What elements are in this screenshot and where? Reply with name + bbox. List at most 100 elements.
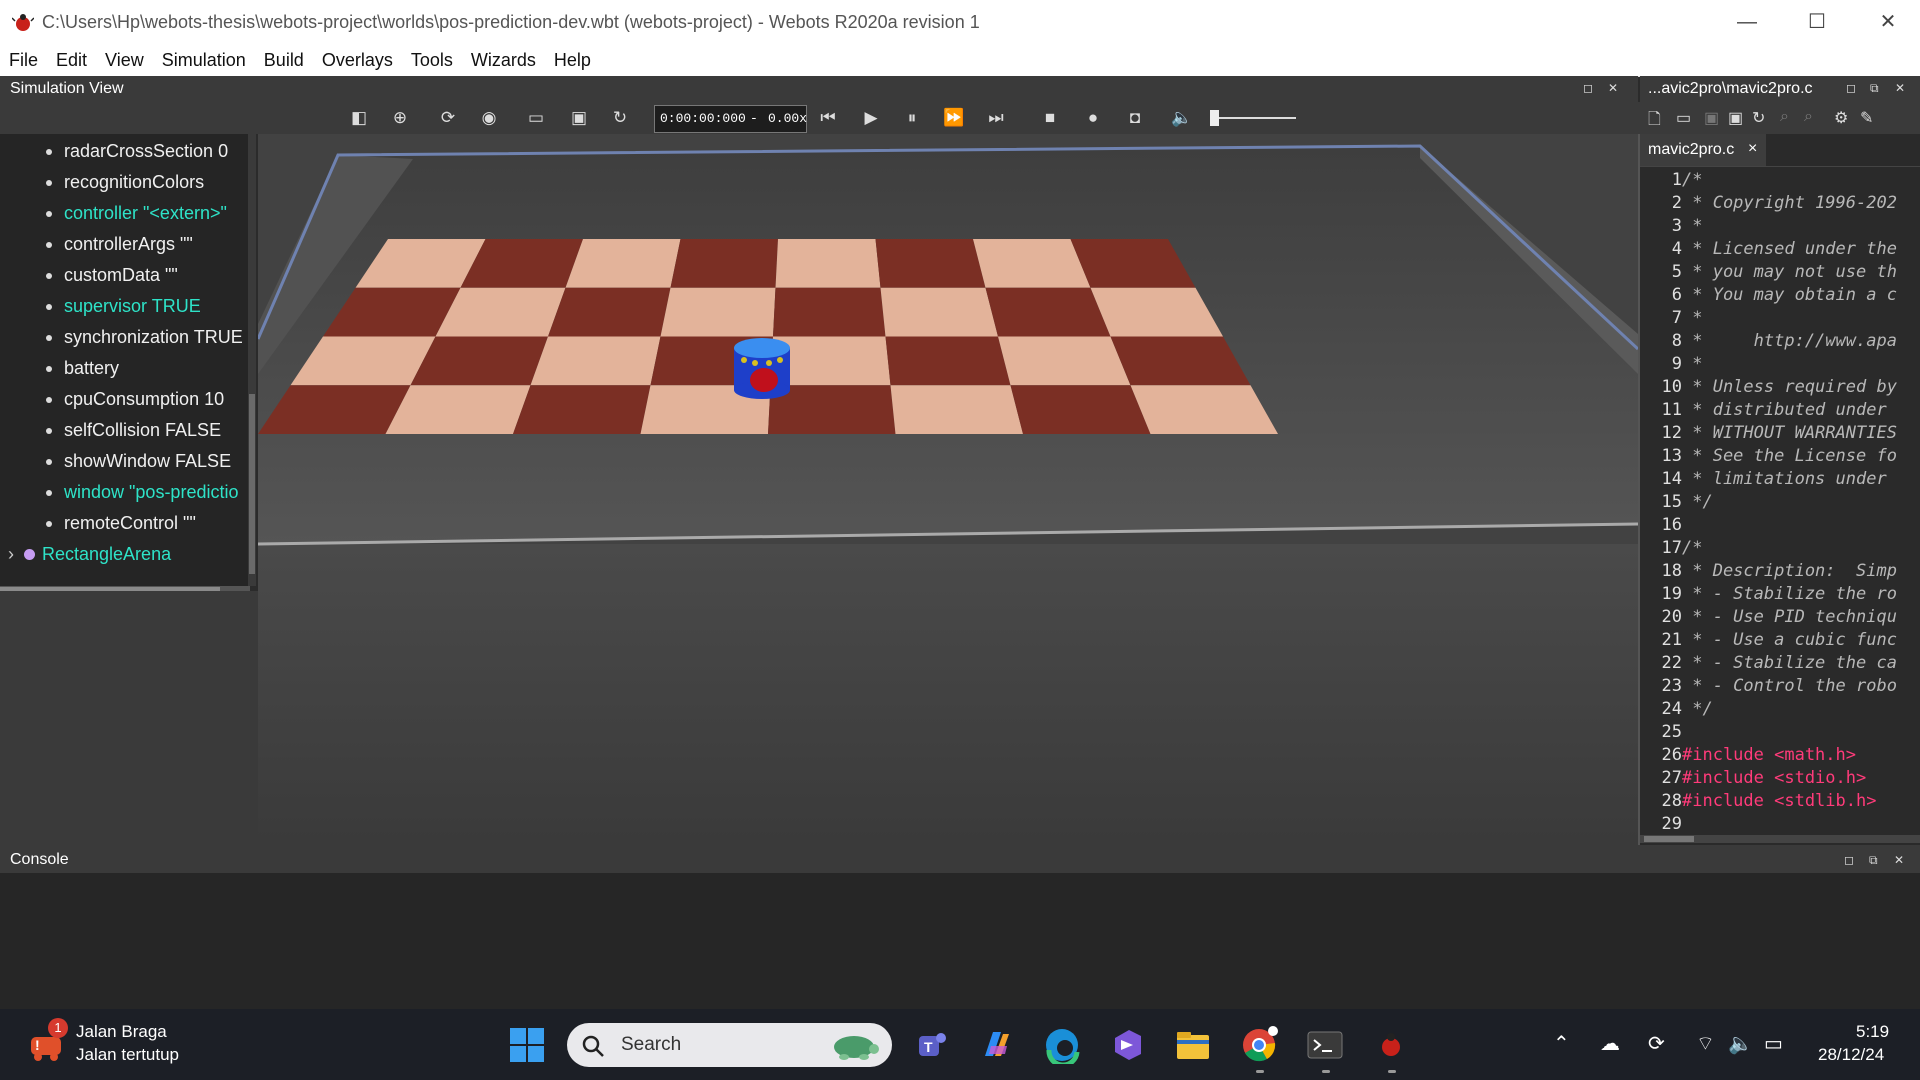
reload-world-icon[interactable]: ↻ [608,106,632,130]
code-line[interactable]: 26#include <math.h> [1640,745,1856,768]
menu-build[interactable]: Build [255,45,313,71]
code-line[interactable]: 20 * - Use PID techniqu [1640,607,1897,630]
scene-tree-scrollbar[interactable] [248,134,256,586]
sync-icon[interactable]: ⟳ [1648,1031,1665,1056]
scene-tree-field[interactable]: supervisor TRUE [64,296,201,317]
undock-editor-icon[interactable]: ⧉ [1870,81,1879,96]
webots-taskbar-icon[interactable] [1372,1026,1410,1064]
menu-edit[interactable]: Edit [47,45,96,71]
reset-viewpoint-icon[interactable]: ⟳ [436,106,460,130]
close-button[interactable]: ✕ [1868,8,1908,36]
find-icon[interactable]: ⌕ [1780,108,1789,126]
scene-tree-field[interactable]: remoteControl "" [64,513,196,534]
close-console-icon[interactable]: ✕ [1894,853,1904,867]
reset-simulation-icon[interactable]: ⏮ [816,106,840,130]
replace-icon[interactable]: ⌕ [1804,108,1813,126]
code-line[interactable]: 1/* [1640,170,1703,193]
volume-slider-thumb[interactable] [1210,110,1219,126]
code-line[interactable]: 14 * limitations under [1640,469,1887,492]
show-hidden-icons-icon[interactable]: ⌃ [1553,1031,1570,1056]
code-line[interactable]: 2 * Copyright 1996-202 [1640,193,1897,216]
close-panel-icon[interactable]: ✕ [1608,81,1618,95]
editor-hscrollbar[interactable] [1640,835,1920,843]
menu-view[interactable]: View [96,45,153,71]
code-line[interactable]: 25 [1640,722,1682,745]
menu-wizards[interactable]: Wizards [462,45,545,71]
maximize-button[interactable]: ☐ [1797,8,1837,36]
widget-subtitle[interactable]: Jalan tertutup [76,1045,179,1065]
build-settings-icon[interactable]: ⚙ [1834,108,1848,128]
tab-close-icon[interactable]: × [1748,140,1757,158]
code-line[interactable]: 12 * WITHOUT WARRANTIES [1640,423,1897,446]
scene-tree-field[interactable]: synchronization TRUE [64,327,243,348]
step-icon[interactable]: ▶ [859,106,883,130]
scene-tree-field[interactable]: radarCrossSection 0 [64,141,228,162]
scene-tree-field[interactable]: battery [64,358,119,379]
3d-scene[interactable] [258,134,1638,845]
float-editor-icon[interactable]: ◻ [1846,81,1856,95]
code-line[interactable]: 19 * - Stabilize the ro [1640,584,1897,607]
code-line[interactable]: 5 * you may not use th [1640,262,1897,285]
scene-tree-field[interactable]: cpuConsumption 10 [64,389,224,410]
visual-studio-icon[interactable] [1109,1026,1147,1064]
code-line[interactable]: 21 * - Use a cubic func [1640,630,1897,653]
code-line[interactable]: 23 * - Control the robo [1640,676,1897,699]
scene-tree-field[interactable]: customData "" [64,265,178,286]
terminal-icon[interactable] [1306,1026,1344,1064]
menu-help[interactable]: Help [545,45,600,71]
editor-hscroll-thumb[interactable] [1644,836,1694,842]
mute-icon[interactable]: 🔈 [1170,106,1194,130]
screenshot-icon[interactable]: ◘ [1123,106,1147,130]
code-line[interactable]: 10 * Unless required by [1640,377,1897,400]
code-line[interactable]: 28#include <stdlib.h> [1640,791,1877,814]
code-line[interactable]: 6 * You may obtain a c [1640,285,1897,308]
fast-icon[interactable]: ⏭ [984,106,1008,130]
scene-tree-field[interactable]: controllerArgs "" [64,234,193,255]
eye-icon[interactable]: ◉ [477,106,501,130]
code-area[interactable]: 1/* 2 * Copyright 1996-202 3 * 4 * Licensed… [1640,170,1920,830]
menu-overlays[interactable]: Overlays [313,45,402,71]
menu-simulation[interactable]: Simulation [153,45,255,71]
code-line[interactable]: 29 [1640,814,1682,830]
scene-tree-field[interactable]: selfCollision FALSE [64,420,221,441]
code-line[interactable]: 15 */ [1640,492,1713,515]
open-world-icon[interactable]: ▭ [524,106,548,130]
battery-icon[interactable]: ▭ [1764,1031,1783,1056]
copilot-icon[interactable] [977,1026,1015,1064]
expand-arrow-icon[interactable]: › [8,544,14,565]
clock-date[interactable]: 28/12/24 [1818,1045,1884,1065]
onedrive-icon[interactable]: ☁ [1600,1031,1620,1056]
open-file-icon[interactable]: ▭ [1676,108,1691,128]
save-world-icon[interactable]: ▣ [567,106,591,130]
code-line[interactable]: 11 * distributed under [1640,400,1887,423]
save-as-icon[interactable]: ▣ [1728,108,1743,128]
code-line[interactable]: 13 * See the License fo [1640,446,1897,469]
stop-recording-icon[interactable]: ■ [1038,106,1062,130]
code-line[interactable]: 8 * http://www.apa [1640,331,1897,354]
minimize-button[interactable]: — [1727,8,1767,36]
clean-icon[interactable]: ✎ [1860,108,1873,128]
chrome-icon[interactable] [1240,1026,1278,1064]
toggle-scene-tree-icon[interactable]: ◧ [347,106,371,130]
add-node-icon[interactable]: ⊕ [388,106,412,130]
code-line[interactable]: 4 * Licensed under the [1640,239,1897,262]
code-line[interactable]: 17/* [1640,538,1703,561]
save-file-icon[interactable]: ▣ [1704,108,1719,128]
clock-time[interactable]: 5:19 [1856,1022,1889,1042]
tab-mavic2pro[interactable]: mavic2pro.c × [1640,134,1766,166]
float-console-icon[interactable]: ◻ [1844,853,1854,867]
scene-tree-field[interactable]: showWindow FALSE [64,451,231,472]
volume-icon[interactable]: 🔈 [1728,1031,1753,1056]
scene-tree-field[interactable]: window "pos-predictio [64,482,238,503]
run-icon[interactable]: ⏩ [942,106,966,130]
code-line[interactable]: 7 * [1640,308,1703,331]
code-line[interactable]: 22 * - Stabilize the ca [1640,653,1897,676]
code-line[interactable]: 27#include <stdio.h> [1640,768,1867,791]
search-box[interactable]: Search [567,1023,892,1067]
file-explorer-icon[interactable] [1174,1026,1212,1064]
scene-tree-field[interactable]: recognitionColors [64,172,204,193]
console-output[interactable] [0,873,1920,1009]
windows-start-icon[interactable] [508,1026,546,1064]
new-file-icon[interactable]: 🗋 [1648,108,1661,135]
edge-icon[interactable] [1043,1026,1081,1064]
